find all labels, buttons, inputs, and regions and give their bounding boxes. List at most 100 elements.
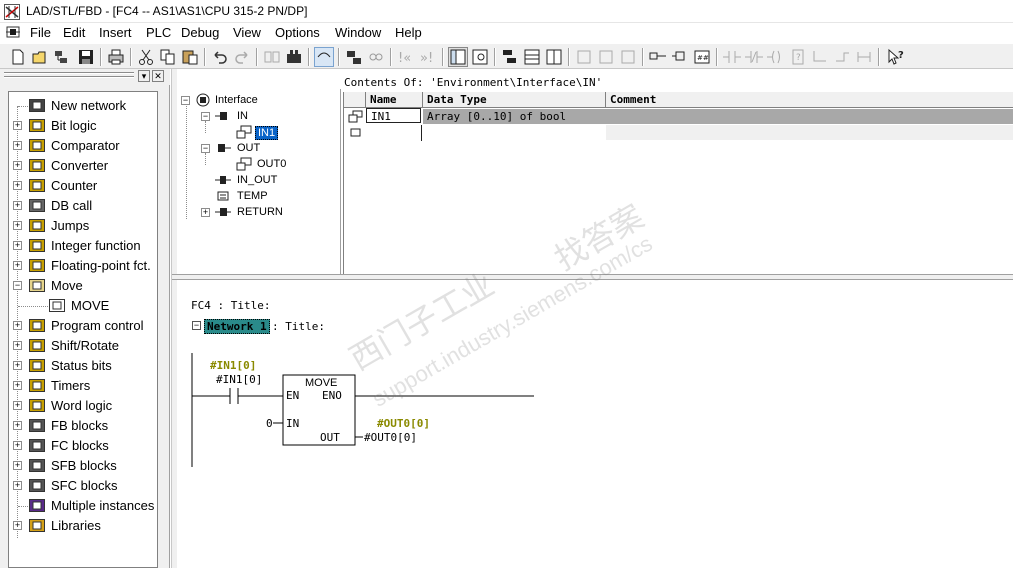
expand-icon[interactable]: + — [13, 221, 22, 230]
expand-icon[interactable]: + — [13, 181, 22, 190]
table-cell-data-type[interactable]: Array [0..10] of bool — [423, 109, 606, 124]
expand-icon[interactable]: + — [13, 341, 22, 350]
insert-coil-icon[interactable] — [596, 47, 616, 67]
box-icon[interactable]: ? — [788, 47, 808, 67]
catalog-item-floating-point[interactable]: + Floating-point fct. — [9, 256, 157, 276]
column-header-comment[interactable]: Comment — [606, 92, 1013, 108]
catalog-item-move-folder[interactable]: − Move — [9, 276, 157, 296]
expand-icon[interactable]: + — [13, 401, 22, 410]
catalog-item-jumps[interactable]: + Jumps — [9, 216, 157, 236]
catalog-item-status-bits[interactable]: + Status bits — [9, 356, 157, 376]
expand-icon[interactable]: + — [13, 521, 22, 530]
expand-icon[interactable]: + — [13, 201, 22, 210]
interface-node-return[interactable]: + RETURN — [201, 205, 331, 220]
menu-plc[interactable]: PLC — [146, 25, 171, 40]
print-icon[interactable] — [106, 47, 126, 67]
catalog-item-counter[interactable]: + Counter — [9, 176, 157, 196]
expand-icon[interactable]: + — [13, 161, 22, 170]
branch-open-icon[interactable] — [810, 47, 830, 67]
document-icon[interactable] — [6, 26, 20, 38]
collapse-icon[interactable]: − — [181, 96, 190, 105]
connection-icon[interactable] — [854, 47, 874, 67]
interface-node-in-out[interactable]: IN_OUT — [201, 173, 331, 188]
expand-icon[interactable]: + — [13, 481, 22, 490]
contact-no-icon[interactable] — [722, 47, 742, 67]
catalog-item-converter[interactable]: + Converter — [9, 156, 157, 176]
menu-options[interactable]: Options — [275, 25, 320, 40]
save-icon[interactable] — [76, 47, 96, 67]
menu-edit[interactable]: Edit — [63, 25, 85, 40]
collapse-icon[interactable]: − — [13, 281, 22, 290]
station-icon[interactable] — [284, 47, 304, 67]
expand-icon[interactable]: + — [13, 261, 22, 270]
expand-icon[interactable]: + — [13, 361, 22, 370]
catalog-item-libraries[interactable]: + Libraries — [9, 516, 157, 536]
help-cursor-icon[interactable]: ? — [886, 47, 906, 67]
symbol-icon[interactable] — [670, 47, 690, 67]
collapse-icon[interactable]: − — [201, 112, 210, 121]
catalog-item-integer-function[interactable]: + Integer function — [9, 236, 157, 256]
table-cell-empty[interactable] — [606, 125, 1013, 140]
details-icon[interactable] — [448, 47, 468, 67]
horizontal-splitter[interactable] — [172, 274, 1013, 280]
expand-icon[interactable]: + — [13, 321, 22, 330]
cut-icon[interactable] — [136, 47, 156, 67]
catalog-item-sfb-blocks[interactable]: + SFB blocks — [9, 456, 157, 476]
expand-icon[interactable]: + — [13, 241, 22, 250]
load-icon[interactable] — [262, 47, 282, 67]
expand-icon[interactable]: + — [13, 381, 22, 390]
expand-icon[interactable]: + — [13, 121, 22, 130]
contact-nc-icon[interactable] — [744, 47, 764, 67]
box-name[interactable]: MOVE — [305, 377, 337, 389]
panel-menu-button[interactable]: ▾ — [138, 70, 150, 82]
interface-node-temp[interactable]: TEMP — [201, 189, 331, 204]
expand-icon[interactable]: + — [13, 441, 22, 450]
table-cell-name[interactable]: IN1 — [366, 108, 421, 123]
menu-window[interactable]: Window — [335, 25, 381, 40]
menu-insert[interactable]: Insert — [99, 25, 132, 40]
catalog-item-fc-blocks[interactable]: + FC blocks — [9, 436, 157, 456]
interface-node-out[interactable]: − OUT — [201, 141, 331, 156]
column-header-name[interactable]: Name — [366, 92, 423, 108]
branch-icon[interactable] — [522, 47, 542, 67]
redo-icon[interactable] — [232, 47, 252, 67]
catalog-item-fb-blocks[interactable]: + FB blocks — [9, 416, 157, 436]
copy-icon[interactable] — [158, 47, 178, 67]
monitor-icon[interactable] — [314, 47, 334, 67]
in-value[interactable]: 0 — [266, 417, 273, 430]
catalog-item-new-network[interactable]: New network — [9, 96, 157, 116]
catalog-item-comparator[interactable]: + Comparator — [9, 136, 157, 156]
catalog-item-db-call[interactable]: + DB call — [9, 196, 157, 216]
coil-icon[interactable] — [766, 47, 786, 67]
insert-contact-icon[interactable] — [574, 47, 594, 67]
interface-root[interactable]: − Interface — [181, 93, 331, 108]
menu-file[interactable]: File — [30, 25, 51, 40]
interface-node-out0[interactable]: OUT0 — [235, 157, 305, 172]
catalog-item-bit-logic[interactable]: + Bit logic — [9, 116, 157, 136]
program-elements-icon[interactable]: !« — [396, 47, 416, 67]
catalog-item-timers[interactable]: + Timers — [9, 376, 157, 396]
interface-node-in1[interactable]: IN1 — [235, 125, 295, 140]
comment-icon[interactable]: ## — [692, 47, 712, 67]
expand-icon[interactable]: + — [13, 461, 22, 470]
expand-icon[interactable]: + — [201, 208, 210, 217]
catalog-item-shift-rotate[interactable]: + Shift/Rotate — [9, 336, 157, 356]
insert-box-icon[interactable] — [618, 47, 638, 67]
expand-icon[interactable]: + — [13, 141, 22, 150]
online-icon[interactable] — [344, 47, 364, 67]
menu-help[interactable]: Help — [395, 25, 422, 40]
overview-icon[interactable]: »! — [418, 47, 438, 67]
paste-icon[interactable] — [180, 47, 200, 67]
catalog-item-sfc-blocks[interactable]: + SFC blocks — [9, 476, 157, 496]
contact-no-element[interactable] — [227, 387, 241, 405]
column-header-data-type[interactable]: Data Type — [423, 92, 606, 108]
status-icon[interactable] — [648, 47, 668, 67]
catalog-item-word-logic[interactable]: + Word logic — [9, 396, 157, 416]
interface-node-in[interactable]: − IN — [201, 109, 331, 124]
split-icon[interactable] — [470, 47, 490, 67]
table-cell-comment[interactable] — [606, 109, 1013, 124]
catalog-item-program-control[interactable]: + Program control — [9, 316, 157, 336]
overview-panes-icon[interactable] — [544, 47, 564, 67]
collapse-icon[interactable]: − — [201, 144, 210, 153]
expand-icon[interactable]: + — [13, 421, 22, 430]
